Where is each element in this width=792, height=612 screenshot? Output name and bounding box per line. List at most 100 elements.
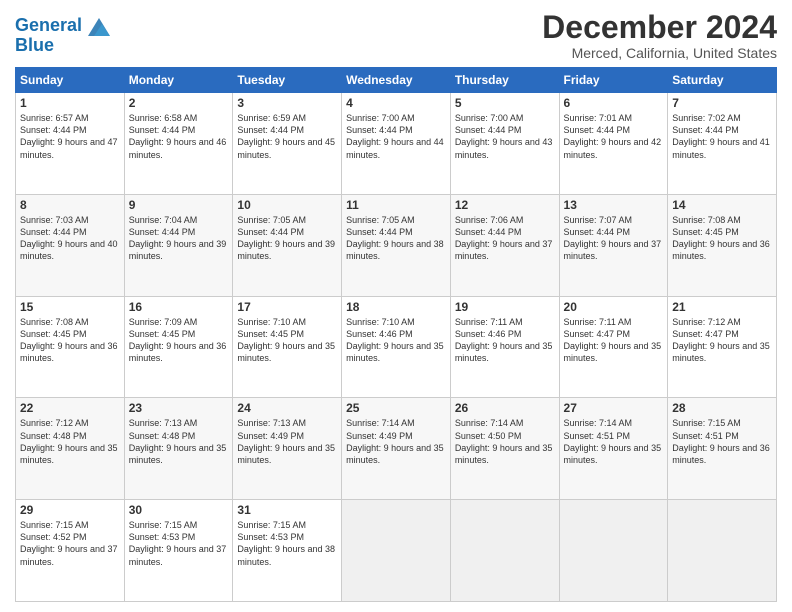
day-info: Sunrise: 7:03 AMSunset: 4:44 PMDaylight:…	[20, 214, 120, 263]
day-info: Sunrise: 7:15 AMSunset: 4:53 PMDaylight:…	[237, 519, 337, 568]
page-subtitle: Merced, California, United States	[542, 45, 777, 61]
calendar-cell: 22Sunrise: 7:12 AMSunset: 4:48 PMDayligh…	[16, 398, 125, 500]
day-number: 15	[20, 300, 120, 314]
day-number: 21	[672, 300, 772, 314]
calendar-cell: 30 Sunrise: 7:15 AMSunset: 4:53 PMDayligh…	[124, 500, 233, 602]
day-number: 5	[455, 96, 555, 110]
day-number: 29	[20, 503, 120, 517]
day-number: 8	[20, 198, 120, 212]
day-number: 4	[346, 96, 446, 110]
day-number: 12	[455, 198, 555, 212]
day-number: 24	[237, 401, 337, 415]
day-info: Sunrise: 7:00 AMSunset: 4:44 PMDaylight:…	[346, 112, 446, 161]
logo-icon	[84, 14, 114, 38]
calendar-cell: 2Sunrise: 6:58 AMSunset: 4:44 PMDaylight…	[124, 93, 233, 195]
page-title: December 2024	[542, 10, 777, 45]
day-info: Sunrise: 7:06 AMSunset: 4:44 PMDaylight:…	[455, 214, 555, 263]
day-info: Sunrise: 7:08 AMSunset: 4:45 PMDaylight:…	[20, 316, 120, 365]
day-info: Sunrise: 7:11 AMSunset: 4:46 PMDaylight:…	[455, 316, 555, 365]
day-number: 26	[455, 401, 555, 415]
day-info: Sunrise: 7:09 AMSunset: 4:45 PMDaylight:…	[129, 316, 229, 365]
day-info: Sunrise: 7:15 AMSunset: 4:53 PMDaylight:…	[129, 519, 229, 568]
logo-text2: Blue	[15, 36, 114, 56]
day-number: 30	[129, 503, 229, 517]
calendar-cell: 27 Sunrise: 7:14 AMSunset: 4:51 PMDayligh…	[559, 398, 668, 500]
weekday-header: Tuesday	[233, 68, 342, 93]
weekday-header: Friday	[559, 68, 668, 93]
day-number: 27	[564, 401, 664, 415]
calendar-week-row: 8 Sunrise: 7:03 AMSunset: 4:44 PMDaylight…	[16, 194, 777, 296]
day-number: 6	[564, 96, 664, 110]
day-number: 23	[129, 401, 229, 415]
calendar-cell: 17 Sunrise: 7:10 AMSunset: 4:45 PMDayligh…	[233, 296, 342, 398]
day-info: Sunrise: 7:14 AMSunset: 4:51 PMDaylight:…	[564, 417, 664, 466]
day-number: 1	[20, 96, 120, 110]
day-info: Sunrise: 7:07 AMSunset: 4:44 PMDaylight:…	[564, 214, 664, 263]
weekday-header: Sunday	[16, 68, 125, 93]
day-number: 25	[346, 401, 446, 415]
day-info: Sunrise: 7:10 AMSunset: 4:45 PMDaylight:…	[237, 316, 337, 365]
day-info: Sunrise: 7:10 AMSunset: 4:46 PMDaylight:…	[346, 316, 446, 365]
day-info: Sunrise: 7:15 AMSunset: 4:52 PMDaylight:…	[20, 519, 120, 568]
weekday-header: Saturday	[668, 68, 777, 93]
day-number: 22	[20, 401, 120, 415]
calendar-week-row: 15 Sunrise: 7:08 AMSunset: 4:45 PMDayligh…	[16, 296, 777, 398]
day-info: Sunrise: 7:14 AMSunset: 4:50 PMDaylight:…	[455, 417, 555, 466]
day-info: Sunrise: 7:08 AMSunset: 4:45 PMDaylight:…	[672, 214, 772, 263]
calendar-cell	[342, 500, 451, 602]
calendar-cell: 23 Sunrise: 7:13 AMSunset: 4:48 PMDayligh…	[124, 398, 233, 500]
calendar-cell: 7 Sunrise: 7:02 AMSunset: 4:44 PMDaylight…	[668, 93, 777, 195]
calendar-cell: 9 Sunrise: 7:04 AMSunset: 4:44 PMDaylight…	[124, 194, 233, 296]
calendar-week-row: 22Sunrise: 7:12 AMSunset: 4:48 PMDayligh…	[16, 398, 777, 500]
calendar-cell: 26 Sunrise: 7:14 AMSunset: 4:50 PMDayligh…	[450, 398, 559, 500]
day-number: 3	[237, 96, 337, 110]
calendar-cell: 10Sunrise: 7:05 AMSunset: 4:44 PMDayligh…	[233, 194, 342, 296]
calendar-cell: 20Sunrise: 7:11 AMSunset: 4:47 PMDayligh…	[559, 296, 668, 398]
day-info: Sunrise: 6:57 AMSunset: 4:44 PMDaylight:…	[20, 112, 120, 161]
weekday-header: Thursday	[450, 68, 559, 93]
calendar-cell	[450, 500, 559, 602]
calendar-cell: 13Sunrise: 7:07 AMSunset: 4:44 PMDayligh…	[559, 194, 668, 296]
day-number: 19	[455, 300, 555, 314]
day-info: Sunrise: 7:15 AMSunset: 4:51 PMDaylight:…	[672, 417, 772, 466]
day-info: Sunrise: 7:11 AMSunset: 4:47 PMDaylight:…	[564, 316, 664, 365]
calendar-table: SundayMondayTuesdayWednesdayThursdayFrid…	[15, 67, 777, 602]
calendar-cell: 5 Sunrise: 7:00 AMSunset: 4:44 PMDaylight…	[450, 93, 559, 195]
calendar-cell: 21Sunrise: 7:12 AMSunset: 4:47 PMDayligh…	[668, 296, 777, 398]
calendar-cell: 24 Sunrise: 7:13 AMSunset: 4:49 PMDayligh…	[233, 398, 342, 500]
logo: General Blue	[15, 14, 114, 56]
calendar-cell: 14 Sunrise: 7:08 AMSunset: 4:45 PMDayligh…	[668, 194, 777, 296]
day-number: 7	[672, 96, 772, 110]
day-info: Sunrise: 7:00 AMSunset: 4:44 PMDaylight:…	[455, 112, 555, 161]
logo-text: General	[15, 16, 82, 36]
day-info: Sunrise: 7:04 AMSunset: 4:44 PMDaylight:…	[129, 214, 229, 263]
day-info: Sunrise: 7:05 AMSunset: 4:44 PMDaylight:…	[237, 214, 337, 263]
calendar-cell: 18 Sunrise: 7:10 AMSunset: 4:46 PMDayligh…	[342, 296, 451, 398]
day-number: 17	[237, 300, 337, 314]
calendar-cell: 25 Sunrise: 7:14 AMSunset: 4:49 PMDayligh…	[342, 398, 451, 500]
day-info: Sunrise: 7:13 AMSunset: 4:48 PMDaylight:…	[129, 417, 229, 466]
day-number: 28	[672, 401, 772, 415]
calendar-week-row: 1 Sunrise: 6:57 AMSunset: 4:44 PMDaylight…	[16, 93, 777, 195]
calendar-cell: 8 Sunrise: 7:03 AMSunset: 4:44 PMDaylight…	[16, 194, 125, 296]
page: General Blue December 2024 Merced, Calif…	[0, 0, 792, 612]
calendar-cell: 15 Sunrise: 7:08 AMSunset: 4:45 PMDayligh…	[16, 296, 125, 398]
title-block: December 2024 Merced, California, United…	[542, 10, 777, 61]
calendar-cell: 31Sunrise: 7:15 AMSunset: 4:53 PMDayligh…	[233, 500, 342, 602]
day-number: 14	[672, 198, 772, 212]
calendar-cell: 4 Sunrise: 7:00 AMSunset: 4:44 PMDaylight…	[342, 93, 451, 195]
calendar-cell: 28 Sunrise: 7:15 AMSunset: 4:51 PMDayligh…	[668, 398, 777, 500]
day-info: Sunrise: 7:14 AMSunset: 4:49 PMDaylight:…	[346, 417, 446, 466]
calendar-cell: 16Sunrise: 7:09 AMSunset: 4:45 PMDayligh…	[124, 296, 233, 398]
day-number: 9	[129, 198, 229, 212]
calendar-cell: 29 Sunrise: 7:15 AMSunset: 4:52 PMDayligh…	[16, 500, 125, 602]
calendar-cell: 6Sunrise: 7:01 AMSunset: 4:44 PMDaylight…	[559, 93, 668, 195]
calendar-cell: 11Sunrise: 7:05 AMSunset: 4:44 PMDayligh…	[342, 194, 451, 296]
day-info: Sunrise: 7:05 AMSunset: 4:44 PMDaylight:…	[346, 214, 446, 263]
calendar-cell: 1 Sunrise: 6:57 AMSunset: 4:44 PMDaylight…	[16, 93, 125, 195]
day-info: Sunrise: 7:13 AMSunset: 4:49 PMDaylight:…	[237, 417, 337, 466]
day-info: Sunrise: 7:02 AMSunset: 4:44 PMDaylight:…	[672, 112, 772, 161]
day-number: 18	[346, 300, 446, 314]
day-info: Sunrise: 6:58 AMSunset: 4:44 PMDaylight:…	[129, 112, 229, 161]
calendar-week-row: 29 Sunrise: 7:15 AMSunset: 4:52 PMDayligh…	[16, 500, 777, 602]
